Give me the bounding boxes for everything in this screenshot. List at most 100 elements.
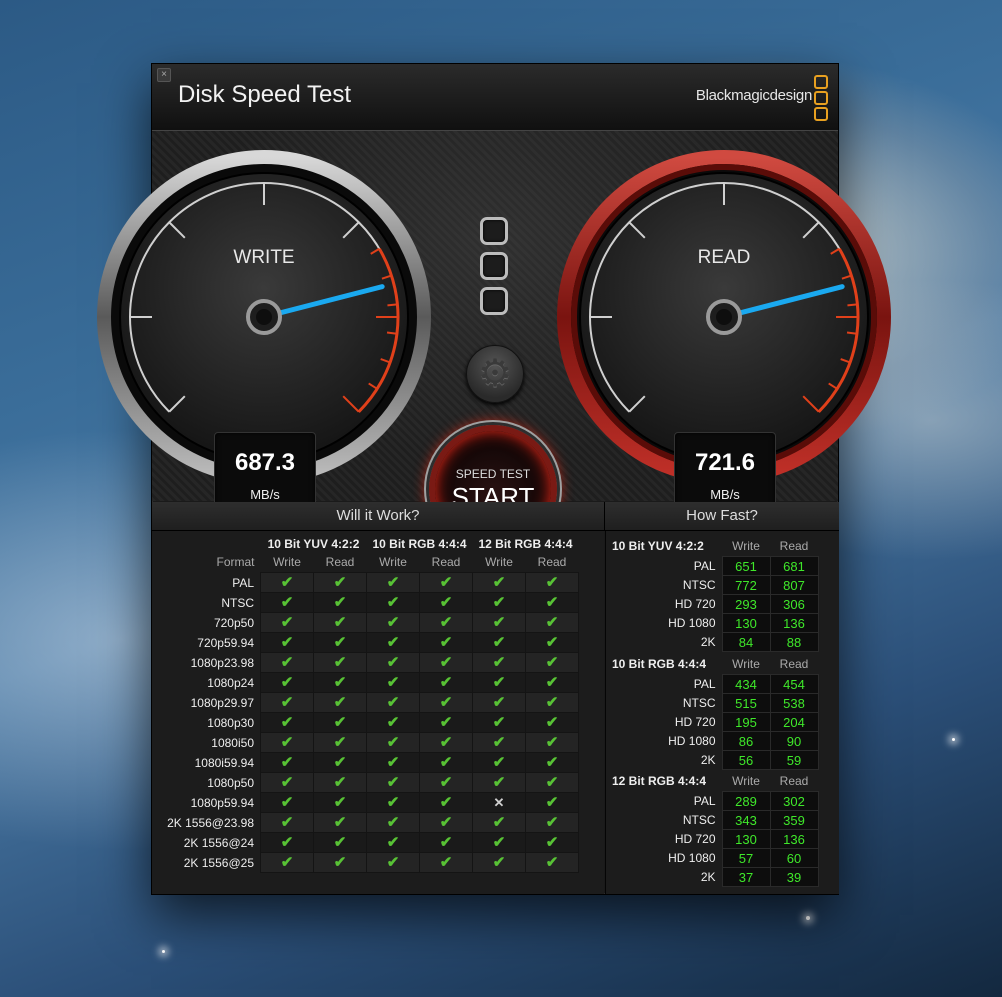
settings-button[interactable]: ⚙	[466, 345, 524, 403]
write-speed-cell: 56	[721, 750, 771, 770]
checkmark-icon: ✔	[545, 773, 559, 791]
status-cell: ✔	[472, 592, 526, 613]
status-cell: ✔	[313, 592, 367, 613]
write-speed-cell: 84	[721, 632, 771, 652]
checkmark-icon: ✔	[280, 593, 294, 611]
checkmark-icon: ✔	[439, 853, 453, 871]
checkmark-icon: ✔	[280, 773, 294, 791]
status-cell: ✔	[260, 712, 314, 733]
checkmark-icon: ✔	[492, 653, 506, 671]
checkmark-icon: ✔	[333, 713, 347, 731]
read-speed-cell: 204	[769, 712, 819, 732]
resolution-label: HD 1080	[668, 734, 716, 748]
table-row: 1080i50 ✔ ✔ ✔ ✔ ✔ ✔	[158, 732, 579, 753]
resolution-label: NTSC	[682, 578, 716, 592]
write-speed-cell: 289	[721, 791, 771, 811]
checkmark-icon: ✔	[386, 693, 400, 711]
checkmark-icon: ✔	[333, 633, 347, 651]
write-speed-cell: 343	[721, 810, 771, 830]
read-header: Read	[431, 555, 461, 569]
resolution-label: HD 720	[674, 832, 716, 846]
status-cell: ✔	[260, 732, 314, 753]
write-header: Write	[732, 774, 760, 788]
status-cell: ✔	[525, 732, 579, 753]
status-cell: ✔	[366, 592, 420, 613]
status-cell: ✔	[419, 812, 473, 833]
checkmark-icon: ✔	[386, 733, 400, 751]
group-header: 10 Bit YUV 4:2:2	[612, 539, 704, 554]
status-cell: ✔	[525, 712, 579, 733]
status-cell: ✔	[472, 832, 526, 853]
status-cell: ✔	[525, 792, 579, 813]
checkmark-icon: ✔	[492, 833, 506, 851]
checkmark-icon: ✔	[333, 693, 347, 711]
write-speed-cell: 515	[721, 693, 771, 713]
checkmark-icon: ✔	[492, 853, 506, 871]
checkmark-icon: ✔	[333, 773, 347, 791]
checkmark-icon: ✔	[439, 733, 453, 751]
checkmark-icon: ✔	[333, 753, 347, 771]
format-label: 1080i50	[211, 735, 254, 750]
checkmark-icon: ✔	[333, 853, 347, 871]
resolution-label: NTSC	[682, 813, 716, 827]
format-label: 1080p23.98	[190, 655, 254, 670]
status-cell: ✔	[472, 812, 526, 833]
group-header: 10 Bit YUV 4:2:2	[267, 537, 360, 551]
checkmark-icon: ✔	[545, 653, 559, 671]
how-fast-table: 12 Bit RGB 4:4:4 Write Read PAL 289 302 NTSC 34…	[612, 771, 819, 887]
format-header: Format	[216, 555, 255, 570]
status-cell: ✔	[419, 632, 473, 653]
checkmark-icon: ✔	[386, 773, 400, 791]
checkmark-icon: ✔	[492, 633, 506, 651]
write-speed-cell: 37	[721, 867, 771, 887]
checkmark-icon: ✔	[545, 733, 559, 751]
status-cell: ✔	[419, 612, 473, 633]
status-cell: ✔	[366, 632, 420, 653]
table-row: NTSC 515 538	[612, 693, 819, 713]
format-label: 2K 1556@23.98	[167, 815, 254, 830]
status-cell: ✔	[525, 612, 579, 633]
read-gauge-label: READ	[698, 247, 751, 268]
status-cell: ✔	[419, 712, 473, 733]
status-cell: ✔	[313, 852, 367, 873]
write-speed-cell: 772	[721, 575, 771, 595]
status-cell: ✔	[313, 832, 367, 853]
app-window: × Disk Speed Test Blackmagicdesign WRITE…	[97, 63, 891, 895]
status-cell: ✔	[472, 752, 526, 773]
write-header: Write	[273, 555, 301, 569]
read-speed-cell: 88	[769, 632, 819, 652]
close-button[interactable]: ×	[157, 68, 171, 82]
status-cell: ✔	[525, 572, 579, 593]
how-fast-table: 10 Bit RGB 4:4:4 Write Read PAL 434 454 NTSC 51…	[612, 654, 819, 770]
status-cell: ✔	[260, 832, 314, 853]
checkmark-icon: ✔	[386, 593, 400, 611]
status-cell: ✔	[366, 732, 420, 753]
table-row: HD 1080 130 136	[612, 613, 819, 633]
status-cell: ✔	[366, 752, 420, 773]
status-cell: ✔	[366, 672, 420, 693]
status-cell: ✔	[525, 812, 579, 833]
group-header: 12 Bit RGB 4:4:4	[478, 537, 573, 551]
star	[806, 916, 810, 920]
checkmark-icon: ✔	[492, 573, 506, 591]
how-fast-panel: 10 Bit YUV 4:2:2 Write Read PAL 651 681 NTSC 77…	[605, 531, 839, 894]
table-row: 2K 56 59	[612, 750, 819, 770]
status-cell: ✔	[419, 572, 473, 593]
table-row: PAL 289 302	[612, 791, 819, 811]
status-cell: ✔	[525, 752, 579, 773]
star	[162, 950, 165, 953]
table-row: HD 720 130 136	[612, 829, 819, 849]
status-cell: ✔	[313, 632, 367, 653]
status-cell: ✔	[366, 612, 420, 633]
table-row: PAL 651 681	[612, 556, 819, 576]
checkmark-icon: ✔	[280, 753, 294, 771]
resolution-label: NTSC	[682, 696, 716, 710]
checkmark-icon: ✔	[333, 613, 347, 631]
write-speed-cell: 293	[721, 594, 771, 614]
status-cell: ✔	[260, 692, 314, 713]
checkmark-icon: ✔	[386, 853, 400, 871]
status-cell: ✔	[260, 612, 314, 633]
gauge-minor-tick	[847, 303, 858, 307]
status-cell: ✔	[366, 572, 420, 593]
format-label: NTSC	[221, 595, 254, 610]
